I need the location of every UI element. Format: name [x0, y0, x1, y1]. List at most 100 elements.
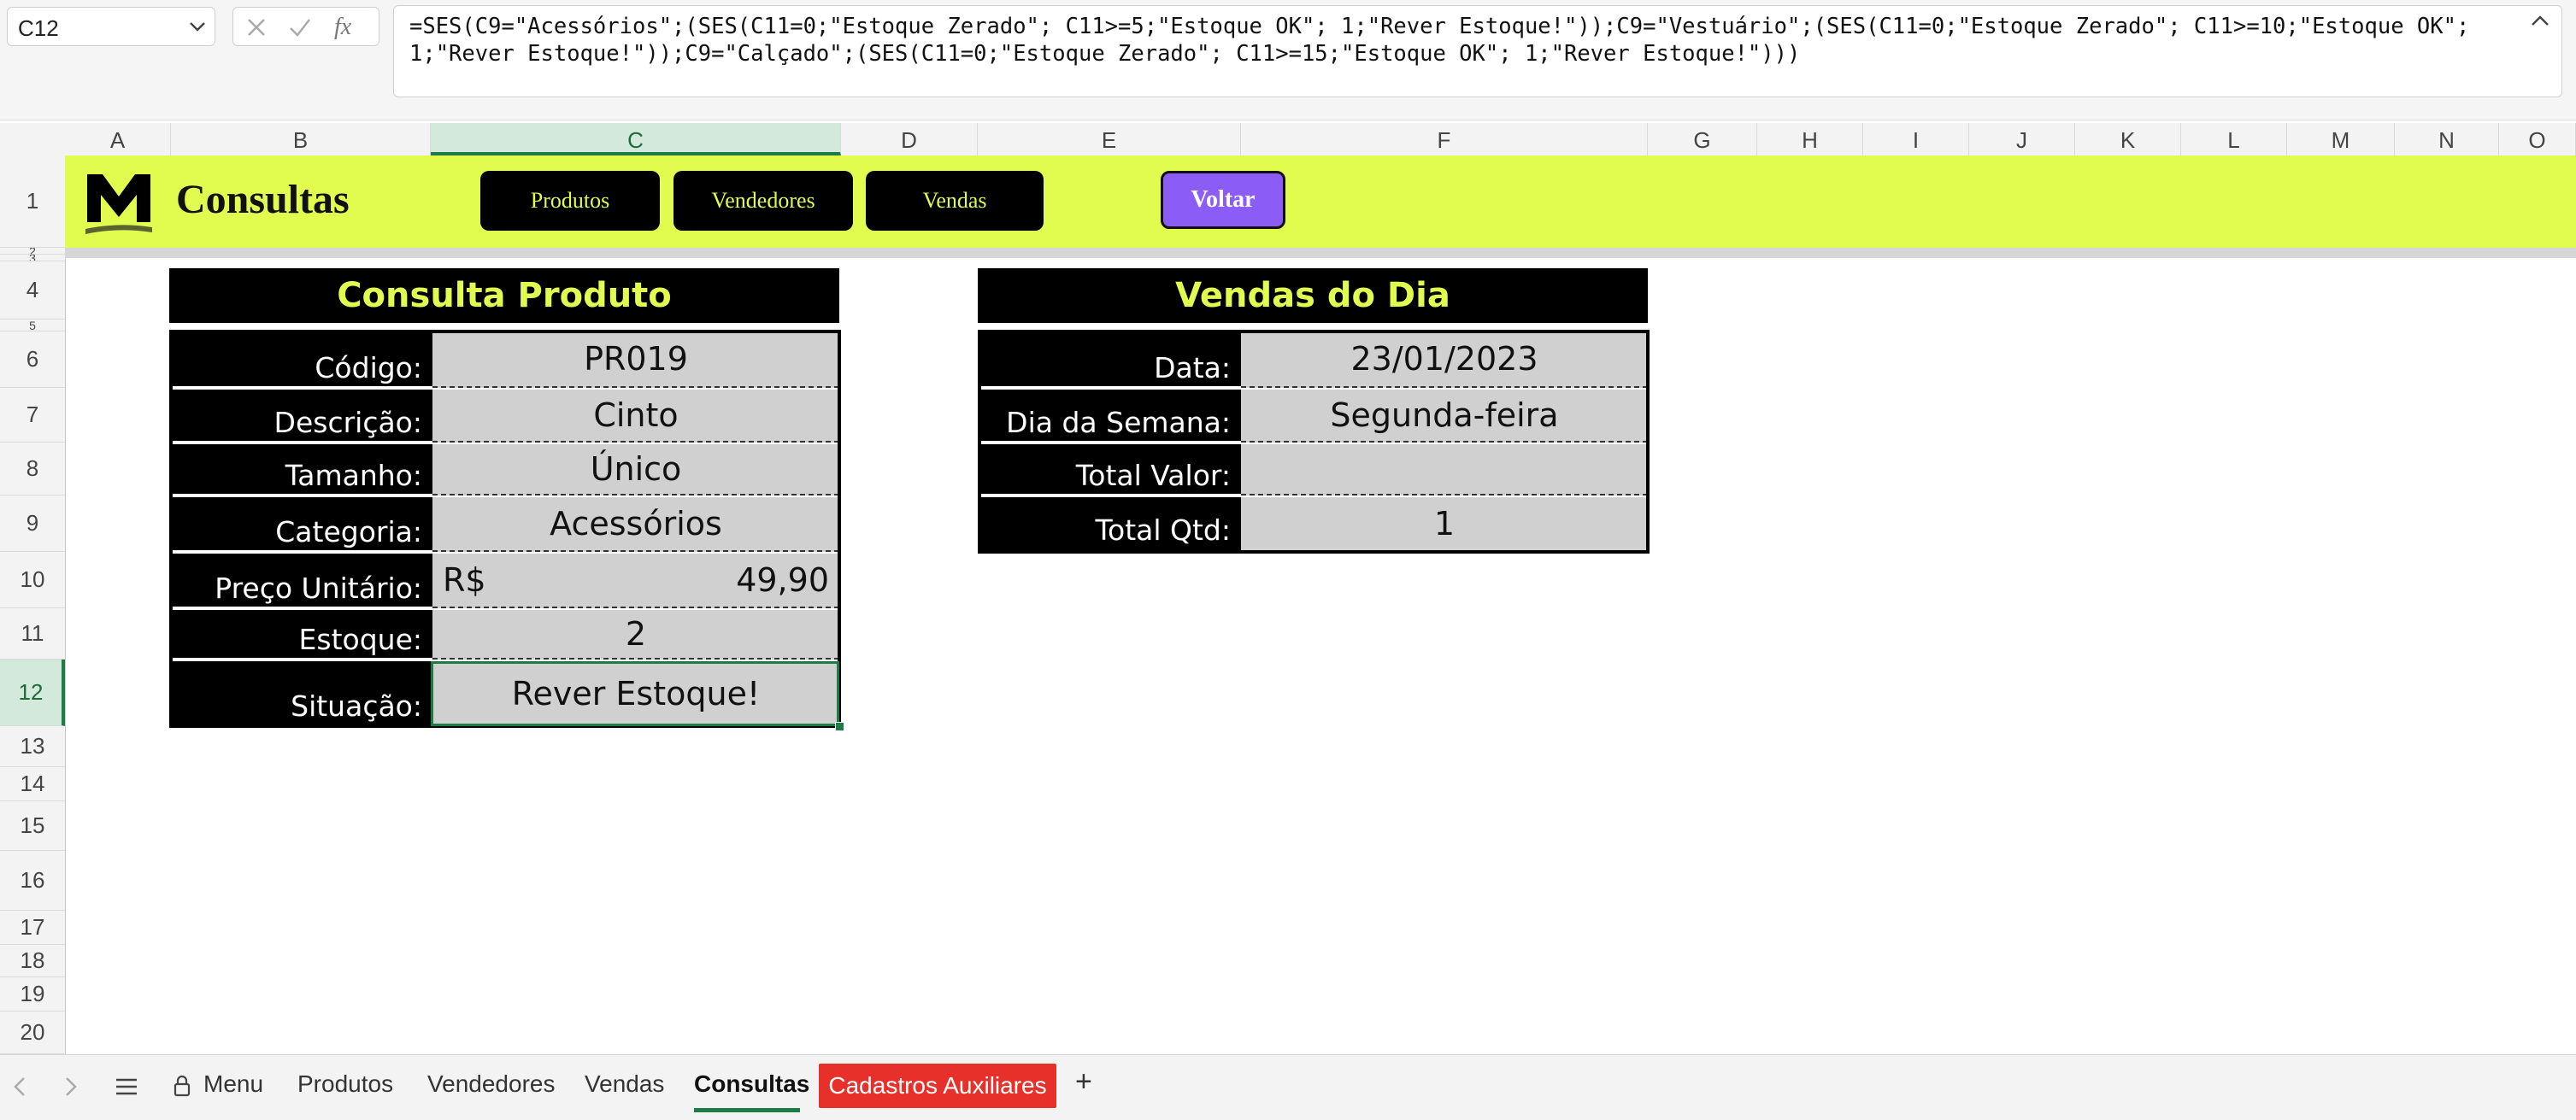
- categoria-label: Categoria:: [169, 497, 432, 552]
- vendas-do-dia-title: Vendas do Dia: [978, 268, 1648, 323]
- divider: [978, 494, 1241, 497]
- column-headers: ABCDEFGHIJKLMNO: [0, 123, 2576, 156]
- column-header-m[interactable]: M: [2287, 123, 2395, 155]
- column-header-c[interactable]: C: [431, 123, 841, 155]
- column-header-a[interactable]: A: [65, 123, 171, 155]
- column-header-g[interactable]: G: [1648, 123, 1757, 155]
- row-header-17[interactable]: 17: [0, 911, 65, 945]
- row-header-11[interactable]: 11: [0, 608, 65, 660]
- row-header-5[interactable]: 5: [0, 320, 65, 331]
- row-header-1[interactable]: 1: [0, 155, 65, 248]
- tab-cadastros-auxiliares[interactable]: Cadastros Auxiliares: [819, 1064, 1056, 1108]
- descricao-label: Descrição:: [169, 390, 432, 443]
- row-header-18[interactable]: 18: [0, 945, 65, 977]
- tab-menu[interactable]: Menu: [203, 1070, 263, 1098]
- row-header-16[interactable]: 16: [0, 851, 65, 911]
- tamanho-value[interactable]: Único: [432, 444, 839, 495]
- vendedores-button[interactable]: Vendedores: [673, 171, 853, 231]
- sheet-list-icon[interactable]: [115, 1077, 138, 1096]
- cancel-icon[interactable]: [245, 16, 268, 38]
- codigo-value[interactable]: PR019: [432, 331, 839, 388]
- data-label: Data:: [978, 331, 1241, 388]
- estoque-label: Estoque:: [169, 610, 432, 660]
- column-header-i[interactable]: I: [1863, 123, 1969, 155]
- total-qtd-value[interactable]: 1: [1241, 497, 1648, 550]
- divider: [169, 386, 432, 390]
- column-header-n[interactable]: N: [2395, 123, 2499, 155]
- column-header-o[interactable]: O: [2499, 123, 2576, 155]
- divider: [169, 658, 432, 661]
- formula-text: =SES(C9="Acessórios";(SES(C11=0;"Estoque…: [409, 14, 2483, 67]
- column-header-k[interactable]: K: [2075, 123, 2181, 155]
- tab-produtos[interactable]: Produtos: [297, 1070, 393, 1098]
- row-header-4[interactable]: 4: [0, 261, 65, 320]
- row-header-3[interactable]: 3: [0, 255, 65, 261]
- tab-vendas[interactable]: Vendas: [585, 1070, 664, 1098]
- page-title: Consultas: [176, 177, 350, 222]
- row-header-15[interactable]: 15: [0, 801, 65, 851]
- sheet-tab-bar: Menu Produtos Vendedores Vendas Consulta…: [0, 1054, 2576, 1120]
- confirm-icon[interactable]: [288, 16, 312, 38]
- formula-controls: fx: [232, 7, 379, 46]
- column-header-j[interactable]: J: [1969, 123, 2075, 155]
- tab-vendedores[interactable]: Vendedores: [427, 1070, 555, 1098]
- row-header-10[interactable]: 10: [0, 552, 65, 608]
- situacao-label: Situação:: [169, 661, 432, 726]
- chevron-down-icon[interactable]: [189, 21, 206, 32]
- total-qtd-label: Total Qtd:: [978, 497, 1241, 550]
- insert-function-icon[interactable]: fx: [334, 14, 351, 41]
- dia-da-semana-value[interactable]: Segunda-feira: [1241, 390, 1648, 443]
- categoria-value[interactable]: Acessórios: [432, 497, 839, 552]
- descricao-value[interactable]: Cinto: [432, 390, 839, 443]
- preco-unitario-value-cell[interactable]: R$ 49,90: [432, 554, 839, 608]
- voltar-button[interactable]: Voltar: [1161, 171, 1285, 229]
- chevron-up-icon[interactable]: [2531, 15, 2550, 26]
- divider: [169, 550, 432, 554]
- consulta-produto-title: Consulta Produto: [169, 268, 839, 323]
- column-header-d[interactable]: D: [841, 123, 978, 155]
- column-header-e[interactable]: E: [978, 123, 1241, 155]
- column-header-f[interactable]: F: [1241, 123, 1648, 155]
- logo-icon: [85, 174, 152, 234]
- chevron-right-icon[interactable]: [63, 1076, 79, 1098]
- formula-bar-area: C12 fx =SES(C9="Acessórios";(SES(C11=0;"…: [0, 0, 2576, 120]
- column-header-l[interactable]: L: [2181, 123, 2287, 155]
- row-header-12[interactable]: 12: [0, 660, 65, 726]
- preco-unitario-label: Preço Unitário:: [169, 554, 432, 608]
- header-banner: [65, 155, 2576, 248]
- total-valor-value[interactable]: [1241, 444, 1648, 495]
- divider: [978, 386, 1241, 390]
- add-sheet-button[interactable]: +: [1075, 1065, 1092, 1099]
- tab-consultas[interactable]: Consultas: [694, 1070, 809, 1098]
- column-header-h[interactable]: H: [1757, 123, 1863, 155]
- row-headers: 1 2 3 4 5 6 7 8 9 10 11 12 13 14 15 16 17 18 19 20: [0, 155, 66, 1054]
- lock-icon: [173, 1075, 191, 1097]
- total-valor-label: Total Valor:: [978, 444, 1241, 495]
- column-header-b[interactable]: B: [171, 123, 431, 155]
- divider: [169, 441, 432, 444]
- banner-shadow: [65, 248, 2576, 258]
- name-box[interactable]: C12: [7, 7, 215, 46]
- name-box-value: C12: [18, 15, 59, 41]
- row-header-13[interactable]: 13: [0, 726, 65, 767]
- dia-da-semana-label: Dia da Semana:: [978, 390, 1241, 443]
- row-header-7[interactable]: 7: [0, 388, 65, 443]
- divider: [169, 607, 432, 610]
- row-header-19[interactable]: 19: [0, 977, 65, 1012]
- formula-input[interactable]: =SES(C9="Acessórios";(SES(C11=0;"Estoque…: [393, 5, 2562, 97]
- row-header-2[interactable]: 2: [0, 248, 65, 255]
- fill-handle[interactable]: [835, 722, 844, 731]
- estoque-value[interactable]: 2: [432, 610, 839, 660]
- tamanho-label: Tamanho:: [169, 444, 432, 495]
- currency-symbol: R$: [443, 561, 486, 599]
- vendas-button[interactable]: Vendas: [866, 171, 1044, 231]
- row-header-9[interactable]: 9: [0, 495, 65, 552]
- row-header-6[interactable]: 6: [0, 331, 65, 388]
- row-header-8[interactable]: 8: [0, 443, 65, 495]
- produtos-button[interactable]: Produtos: [480, 171, 660, 231]
- data-value[interactable]: 23/01/2023: [1241, 331, 1648, 388]
- chevron-left-icon[interactable]: [12, 1076, 27, 1098]
- row-header-14[interactable]: 14: [0, 767, 65, 801]
- preco-unitario-value: 49,90: [736, 561, 829, 599]
- row-header-20[interactable]: 20: [0, 1012, 65, 1054]
